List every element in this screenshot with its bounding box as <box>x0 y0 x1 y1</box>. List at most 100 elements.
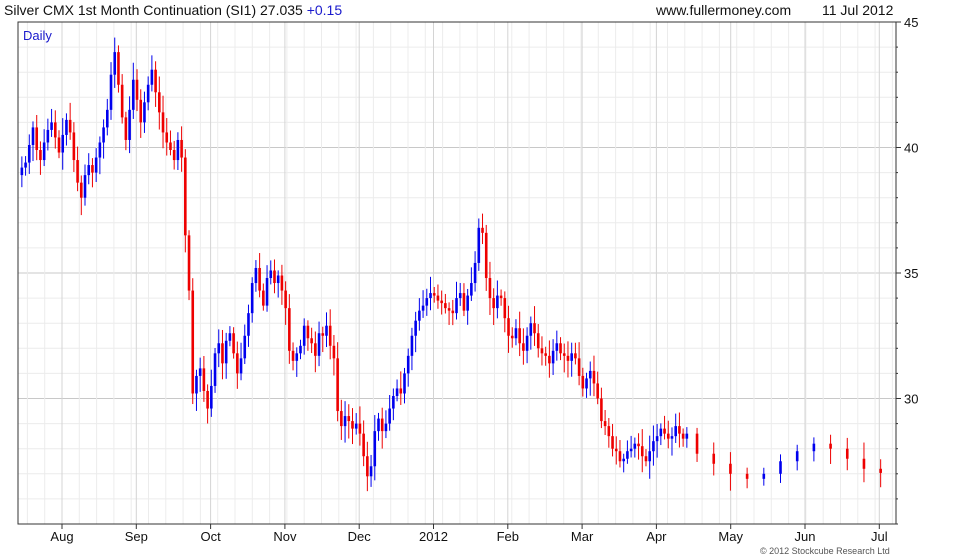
candle-body <box>221 343 224 364</box>
x-tick-label: Sep <box>125 529 148 544</box>
candle-body <box>444 303 447 309</box>
candle-body <box>600 398 603 422</box>
candle-body <box>224 340 228 364</box>
candle-body <box>314 343 317 356</box>
candle-body <box>566 355 570 361</box>
candle-body <box>436 295 440 301</box>
candle-body <box>514 328 518 339</box>
candle-body <box>143 102 146 123</box>
candle-body <box>172 150 176 161</box>
candle-body <box>158 92 161 113</box>
candle-body <box>536 333 540 349</box>
candle-body <box>603 421 607 427</box>
candle-body <box>46 129 50 143</box>
candle-body <box>779 461 782 474</box>
candle-body <box>585 378 588 389</box>
y-tick-label: 45 <box>904 15 918 30</box>
x-tick-label: Nov <box>273 529 297 544</box>
candle-body <box>655 436 659 442</box>
candle-body <box>39 150 42 161</box>
candle-body <box>358 423 362 434</box>
candle-body <box>50 122 53 130</box>
candle-body <box>862 458 866 469</box>
candle-body <box>377 418 380 432</box>
candle-body <box>503 298 507 319</box>
candle-body <box>745 473 749 479</box>
candle-body <box>626 451 629 459</box>
candle-body <box>596 383 599 399</box>
candle-body <box>812 443 816 452</box>
candle-body <box>540 348 544 354</box>
candle-body <box>72 132 76 161</box>
candle-body <box>120 84 124 118</box>
candle-body <box>117 52 120 85</box>
candle-body <box>109 74 113 110</box>
candle-body <box>198 368 202 376</box>
candle-body <box>243 335 247 359</box>
candle-body <box>544 353 547 356</box>
candle-body <box>525 335 529 351</box>
candle-body <box>659 428 663 437</box>
candle-body <box>284 290 287 309</box>
candle-body <box>161 112 165 133</box>
candle-body <box>607 426 611 437</box>
candle-body <box>670 436 674 439</box>
candle-body <box>213 353 217 386</box>
candle-body <box>695 433 699 454</box>
candle-body <box>31 127 35 145</box>
price-chart: 30 35 40 45 Aug Sep Oct Nov Dec 2012 Feb Mar Apr May J… <box>17 15 918 544</box>
x-tick-label: Apr <box>646 529 667 544</box>
candle-body <box>633 443 637 449</box>
candle-body <box>310 338 313 344</box>
candle-body <box>666 433 670 439</box>
candle-body <box>533 323 536 334</box>
candle-body <box>273 270 276 284</box>
candle-body <box>644 456 648 462</box>
candle-body <box>102 127 105 143</box>
candle-body <box>280 275 284 291</box>
candle-body <box>466 295 469 311</box>
candle-body <box>570 353 573 361</box>
candle-body <box>477 227 481 263</box>
candle-body <box>384 423 388 432</box>
candle-body <box>236 353 239 374</box>
candle-body <box>228 333 232 341</box>
candle-body <box>65 119 68 135</box>
candle-body <box>113 52 117 75</box>
candle-body <box>429 293 432 299</box>
candle-body <box>328 325 332 346</box>
candle-body <box>518 328 521 344</box>
candle-body <box>581 375 585 389</box>
candle-body <box>187 235 191 291</box>
candle-body <box>306 325 310 339</box>
y-tick-label: 30 <box>904 392 918 407</box>
candle-body <box>57 137 61 153</box>
candle-body <box>637 443 640 447</box>
candle-body <box>336 358 339 412</box>
candle-body <box>414 320 417 336</box>
candle-body <box>455 298 458 314</box>
candle-body <box>250 283 254 314</box>
x-tick-label: Jun <box>795 529 816 544</box>
candle-body <box>473 262 477 284</box>
candle-body <box>184 157 187 236</box>
candle-body <box>392 395 395 409</box>
candle-body <box>79 182 83 198</box>
candle-body <box>347 416 351 422</box>
candle-body <box>522 343 525 351</box>
candle-body <box>611 436 614 449</box>
candle-body <box>499 295 503 299</box>
copyright-credit: © 2012 Stockcube Research Ltd <box>760 546 890 556</box>
candle-body <box>712 453 716 464</box>
candle-body <box>128 109 131 140</box>
candle-body <box>258 267 261 291</box>
candle-body <box>239 358 243 374</box>
candle-body <box>388 408 391 424</box>
x-tick-label: Dec <box>348 529 372 544</box>
candle-body <box>195 375 198 394</box>
candle-body <box>640 446 644 457</box>
candle-body <box>180 139 183 158</box>
candle-body <box>618 451 622 462</box>
candle-body <box>432 293 436 296</box>
candle-body <box>247 313 250 336</box>
